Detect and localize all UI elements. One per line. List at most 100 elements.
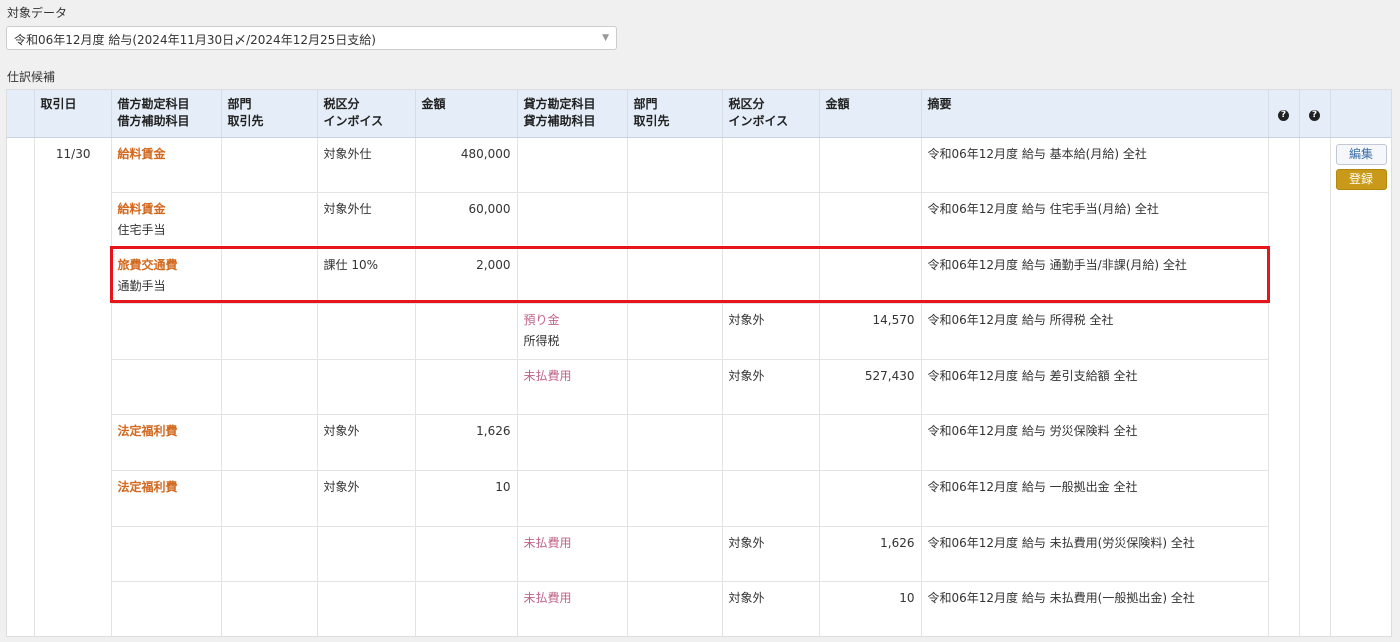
- credit-account: 預り金: [523, 313, 560, 328]
- target-data-label: 対象データ: [7, 6, 68, 20]
- header-credit-amount: 金額: [819, 90, 922, 138]
- help-cell-2: [1299, 526, 1331, 582]
- credit-account-cell: [517, 192, 628, 249]
- help-cell-1: [1268, 581, 1300, 636]
- table-row: 旅費交通費 通勤手当 課仕 10% 2,000 令和06年12月度 給与 通勤手当/非課…: [7, 248, 1391, 305]
- credit-account: 未払費用: [523, 535, 572, 550]
- credit-amount-cell: 527,430: [819, 359, 922, 416]
- header-actions: [1330, 90, 1391, 138]
- debit-account-cell: 旅費交通費 通勤手当: [111, 248, 222, 305]
- row-spacer: [7, 192, 35, 249]
- table-row: 給料賃金 住宅手当 対象外仕 60,000 令和06年12月度 給与 住宅手当(月給) …: [7, 192, 1391, 249]
- target-data-select[interactable]: 令和06年12月度 給与(2024年11月30日〆/2024年12月25日支給)…: [6, 26, 617, 50]
- debit-amount-cell: [415, 303, 518, 360]
- debit-account-cell: [111, 303, 222, 360]
- actions-cell: [1330, 526, 1391, 582]
- transaction-date: [34, 470, 112, 527]
- debit-dept-cell: [221, 248, 318, 305]
- transaction-date: [34, 192, 112, 249]
- credit-account-cell: 未払費用: [517, 581, 628, 636]
- debit-tax-cell: 課仕 10%: [317, 248, 416, 305]
- header-spacer: [7, 90, 35, 138]
- credit-amount-cell: 14,570: [819, 303, 922, 360]
- transaction-date: [34, 414, 112, 471]
- memo-cell: 令和06年12月度 給与 差引支給額 全社: [921, 359, 1269, 416]
- help-cell-2: [1299, 137, 1331, 193]
- actions-cell: [1330, 248, 1391, 304]
- table-row: 預り金 所得税 対象外 14,570 令和06年12月度 給与 所得税 全社: [7, 303, 1391, 360]
- help-cell-2: [1299, 581, 1331, 636]
- register-button[interactable]: 登録: [1335, 168, 1387, 190]
- edit-button[interactable]: 編集: [1335, 143, 1387, 165]
- debit-dept-cell: [221, 470, 318, 527]
- credit-account-cell: 預り金 所得税: [517, 303, 628, 360]
- credit-tax-cell: [722, 137, 820, 194]
- help-cell-1: [1268, 248, 1300, 304]
- debit-tax-cell: 対象外仕: [317, 192, 416, 249]
- memo-cell: 令和06年12月度 給与 通勤手当/非課(月給) 全社: [921, 248, 1269, 305]
- header-date: 取引日: [34, 90, 112, 138]
- memo-cell: 令和06年12月度 給与 未払費用(労災保険料) 全社: [921, 526, 1269, 583]
- help-cell-2: [1299, 192, 1331, 249]
- credit-amount-cell: [819, 248, 922, 305]
- credit-amount-cell: [819, 192, 922, 249]
- table-row: 法定福利費 対象外 1,626 令和06年12月度 給与 労災保険料 全社: [7, 414, 1391, 472]
- debit-account-cell: 給料賃金 住宅手当: [111, 192, 222, 249]
- debit-account-cell: [111, 359, 222, 416]
- debit-account: 法定福利費: [117, 424, 178, 439]
- actions-cell: [1330, 193, 1391, 249]
- debit-account-cell: [111, 526, 222, 583]
- row-spacer: [7, 248, 35, 304]
- question-icon[interactable]: ?: [1278, 110, 1289, 121]
- debit-tax-cell: 対象外仕: [317, 137, 416, 194]
- debit-dept-cell: [221, 526, 318, 583]
- credit-account-cell: [517, 414, 628, 472]
- debit-account: 給料賃金: [117, 202, 166, 217]
- debit-amount-cell: 1,626: [415, 414, 518, 472]
- row-spacer: [7, 303, 35, 360]
- debit-tax-cell: [317, 359, 416, 416]
- debit-amount-cell: [415, 581, 518, 636]
- credit-tax-cell: [722, 470, 820, 527]
- header-credit-dept: 部門 取引先: [627, 90, 723, 138]
- debit-amount-cell: 480,000: [415, 137, 518, 194]
- header-debit-account: 借方勘定科目 借方補助科目: [111, 90, 222, 138]
- row-spacer: [7, 581, 35, 636]
- table-row: 11/30 給料賃金 対象外仕 480,000 令和06年12月度 給与 基本給(月給)…: [7, 137, 1391, 194]
- memo-cell: 令和06年12月度 給与 住宅手当(月給) 全社: [921, 192, 1269, 249]
- question-icon[interactable]: ?: [1309, 110, 1320, 121]
- credit-account: 未払費用: [523, 591, 572, 606]
- credit-amount-cell: 10: [819, 581, 922, 636]
- credit-account-cell: 未払費用: [517, 526, 628, 583]
- debit-dept-cell: [221, 414, 318, 472]
- header-help-2[interactable]: ?: [1299, 90, 1331, 138]
- row-spacer: [7, 526, 35, 582]
- transaction-date: [34, 581, 112, 636]
- debit-amount-cell: 2,000: [415, 248, 518, 305]
- debit-account-cell: 法定福利費: [111, 470, 222, 527]
- debit-amount-cell: 10: [415, 470, 518, 527]
- debit-account-cell: 法定福利費: [111, 414, 222, 472]
- debit-tax-cell: [317, 581, 416, 636]
- credit-account-cell: [517, 248, 628, 305]
- actions-cell: 編集 登録: [1330, 137, 1391, 193]
- credit-account: 未払費用: [523, 368, 572, 383]
- credit-dept-cell: [627, 248, 723, 305]
- help-cell-1: [1268, 359, 1300, 415]
- debit-tax-cell: [317, 526, 416, 583]
- credit-dept-cell: [627, 581, 723, 636]
- credit-tax-cell: [722, 248, 820, 305]
- journal-candidates-label: 仕訳候補: [7, 70, 56, 84]
- help-cell-2: [1299, 303, 1331, 360]
- header-help-1[interactable]: ?: [1268, 90, 1300, 138]
- table-row: 未払費用 対象外 10 令和06年12月度 給与 未払費用(一般拠出金) 全社: [7, 581, 1391, 636]
- debit-account: 給料賃金: [117, 146, 166, 161]
- debit-amount-cell: [415, 359, 518, 416]
- debit-dept-cell: [221, 303, 318, 360]
- memo-cell: 令和06年12月度 給与 基本給(月給) 全社: [921, 137, 1269, 194]
- debit-dept-cell: [221, 137, 318, 194]
- row-spacer: [7, 137, 35, 193]
- header-debit-tax: 税区分 インボイス: [317, 90, 416, 138]
- help-cell-1: [1268, 303, 1300, 360]
- help-cell-2: [1299, 248, 1331, 304]
